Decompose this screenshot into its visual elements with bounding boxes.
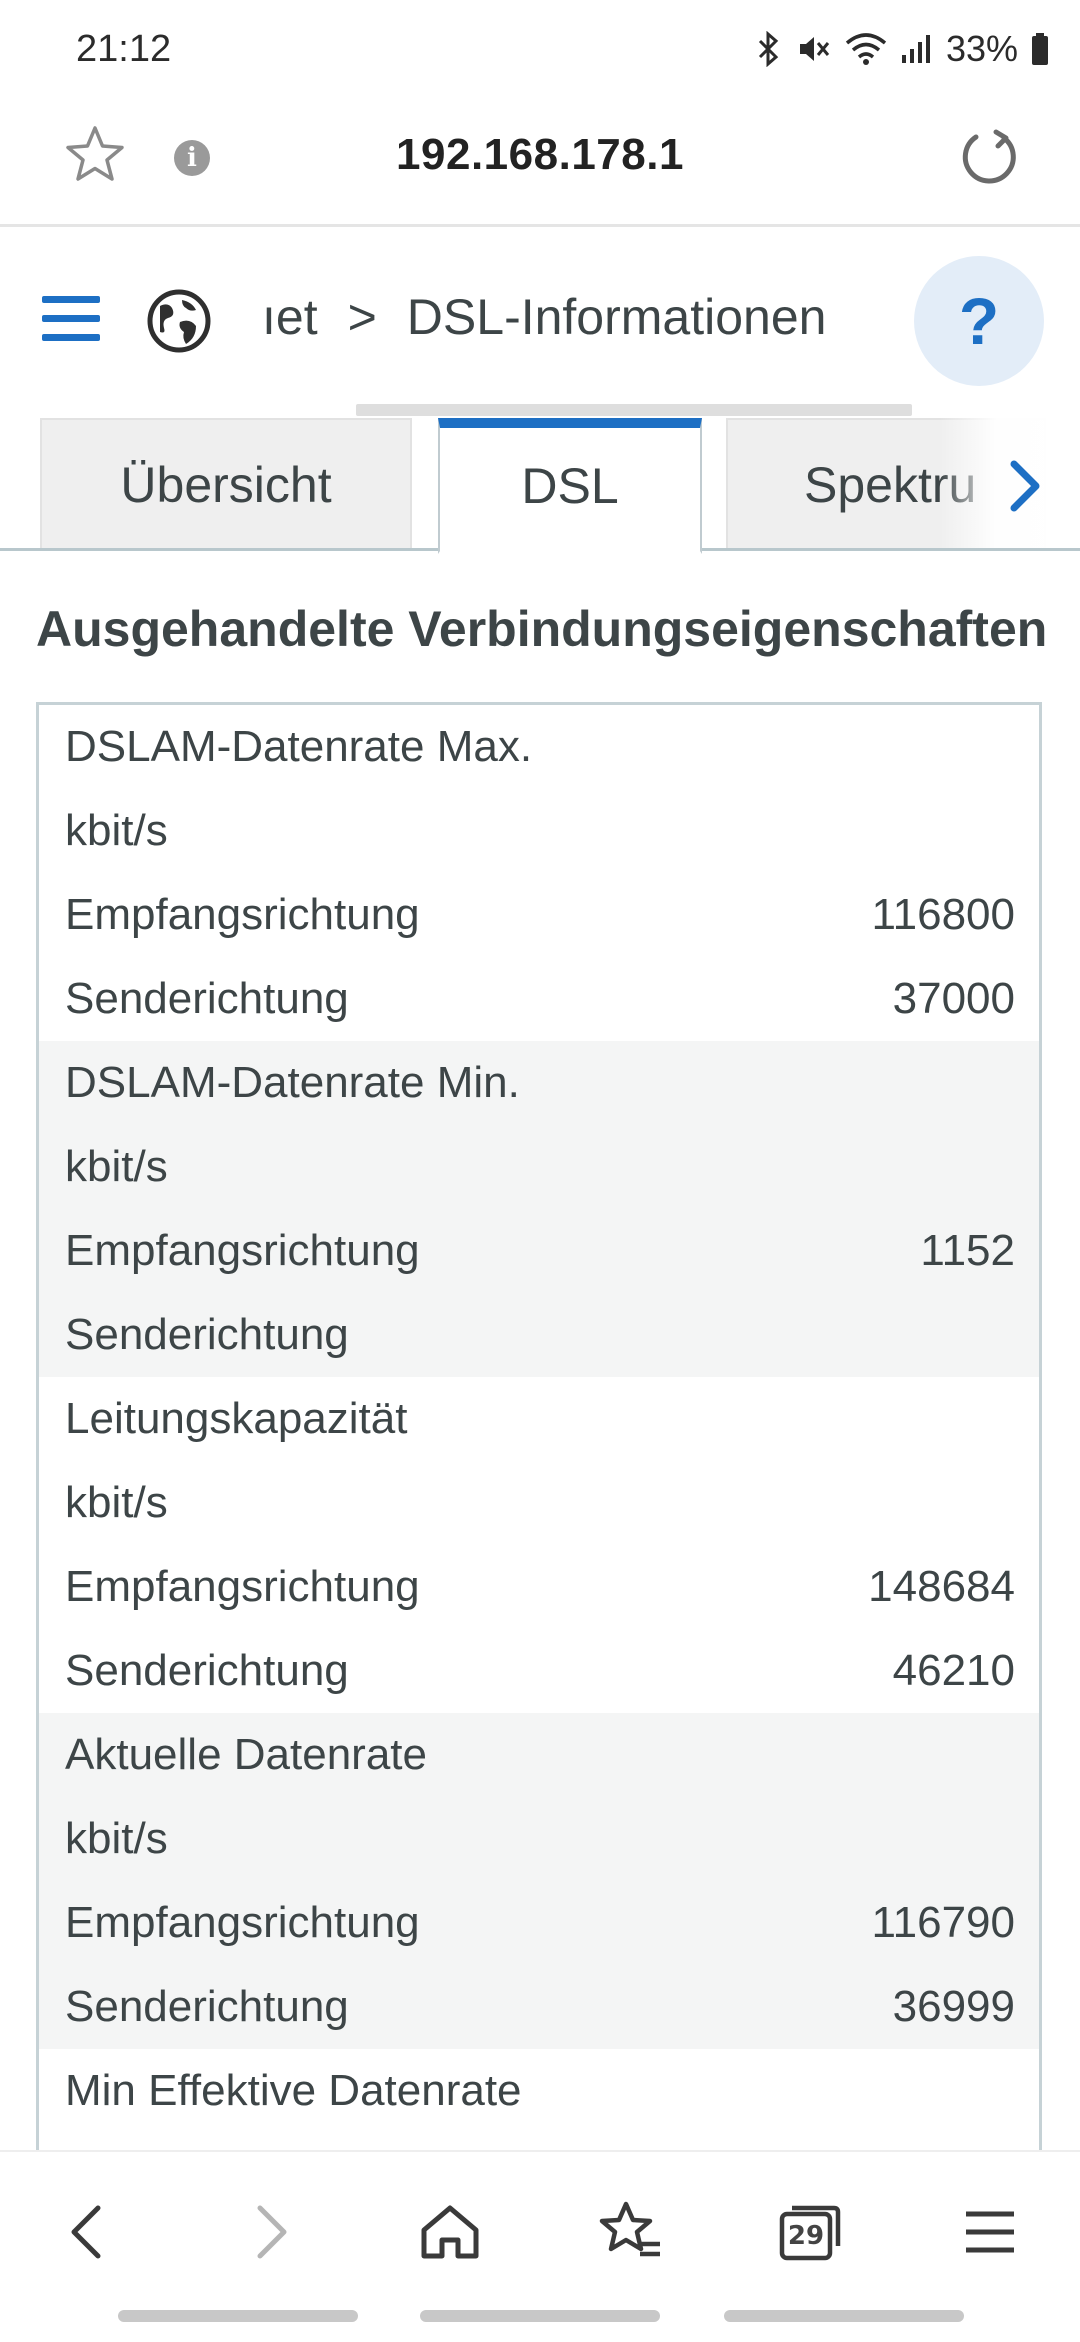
group-unit: kbit/s (65, 806, 168, 855)
group-title: DSLAM-Datenrate Max. (65, 722, 533, 771)
table-row: Senderichtung 37000 (65, 974, 1015, 1023)
group-title: Leitungskapazität (65, 1394, 408, 1443)
page-header: ıet > DSL-Informationen ? (0, 226, 1080, 416)
mute-icon (796, 31, 832, 67)
browser-menu-icon[interactable] (954, 2196, 1026, 2268)
table-row: Empfangsrichtung 1152 (65, 1226, 1015, 1275)
breadcrumb-separator: > (347, 289, 377, 345)
tab-count: 29 (787, 2221, 825, 2251)
breadcrumb-current: DSL-Informationen (406, 289, 827, 345)
signal-icon (900, 31, 934, 67)
gesture-bar-center (420, 2310, 660, 2322)
group-title: DSLAM-Datenrate Min. (65, 1058, 520, 1107)
group-title: Min Effektive Datenrate (65, 2066, 522, 2115)
status-icons: 33% (754, 28, 1050, 70)
browser-url-bar: i 192.168.178.1 (0, 100, 1080, 227)
group-dslam-max: DSLAM-Datenrate Max. kbit/s Empfangsrich… (39, 705, 1039, 1041)
bluetooth-icon (754, 31, 784, 67)
table-row: Empfangsrichtung 148684 (65, 1562, 1015, 1611)
battery-icon (1030, 31, 1050, 67)
tab-uebersicht[interactable]: Übersicht (40, 418, 412, 548)
help-button[interactable]: ? (914, 256, 1044, 386)
table-row: Empfangsrichtung 116790 (65, 1898, 1015, 1947)
reload-icon[interactable] (956, 124, 1022, 195)
group-min-effective-rate: Min Effektive Datenrate (39, 2049, 1039, 2133)
group-unit: kbit/s (65, 1142, 168, 1191)
section-title: Ausgehandelte Verbindungseigenschaften (36, 601, 1048, 657)
tabs-icon[interactable]: 29 (774, 2196, 846, 2268)
status-time: 21:12 (76, 28, 172, 70)
table-row: Senderichtung 46210 (65, 1646, 1015, 1695)
menu-icon[interactable] (42, 296, 100, 342)
group-current-rate: Aktuelle Datenrate kbit/s Empfangsrichtu… (39, 1713, 1039, 2049)
tab-dsl[interactable]: DSL (438, 418, 702, 554)
dsl-properties-table: DSLAM-Datenrate Max. kbit/s Empfangsrich… (36, 702, 1042, 2162)
breadcrumb: ıet > DSL-Informationen (262, 288, 826, 346)
wifi-icon (844, 31, 888, 67)
gesture-bar-left (118, 2310, 358, 2322)
tab-bar: Übersicht DSL Spektru (0, 414, 1080, 554)
back-icon[interactable] (52, 2196, 124, 2268)
url-field[interactable]: 192.168.178.1 (0, 130, 1080, 180)
status-bar: 21:12 33% (0, 0, 1080, 100)
chevron-right-icon[interactable] (994, 454, 1054, 518)
group-unit: kbit/s (65, 1814, 168, 1863)
home-icon[interactable] (414, 2196, 486, 2268)
table-row: Senderichtung 36999 (65, 1982, 1015, 2031)
breadcrumb-parent[interactable]: ıet (262, 288, 318, 346)
globe-icon[interactable] (146, 288, 212, 359)
battery-percent: 33% (945, 28, 1018, 69)
table-row: Empfangsrichtung 116800 (65, 890, 1015, 939)
group-line-capacity: Leitungskapazität kbit/s Empfangsrichtun… (39, 1377, 1039, 1713)
group-dslam-min: DSLAM-Datenrate Min. kbit/s Empfangsrich… (39, 1041, 1039, 1377)
table-row: Senderichtung (65, 1310, 349, 1359)
group-title: Aktuelle Datenrate (65, 1730, 427, 1779)
gesture-bar-right (724, 2310, 964, 2322)
forward-icon[interactable] (234, 2196, 306, 2268)
group-unit: kbit/s (65, 1478, 168, 1527)
bookmarks-icon[interactable] (594, 2196, 666, 2268)
